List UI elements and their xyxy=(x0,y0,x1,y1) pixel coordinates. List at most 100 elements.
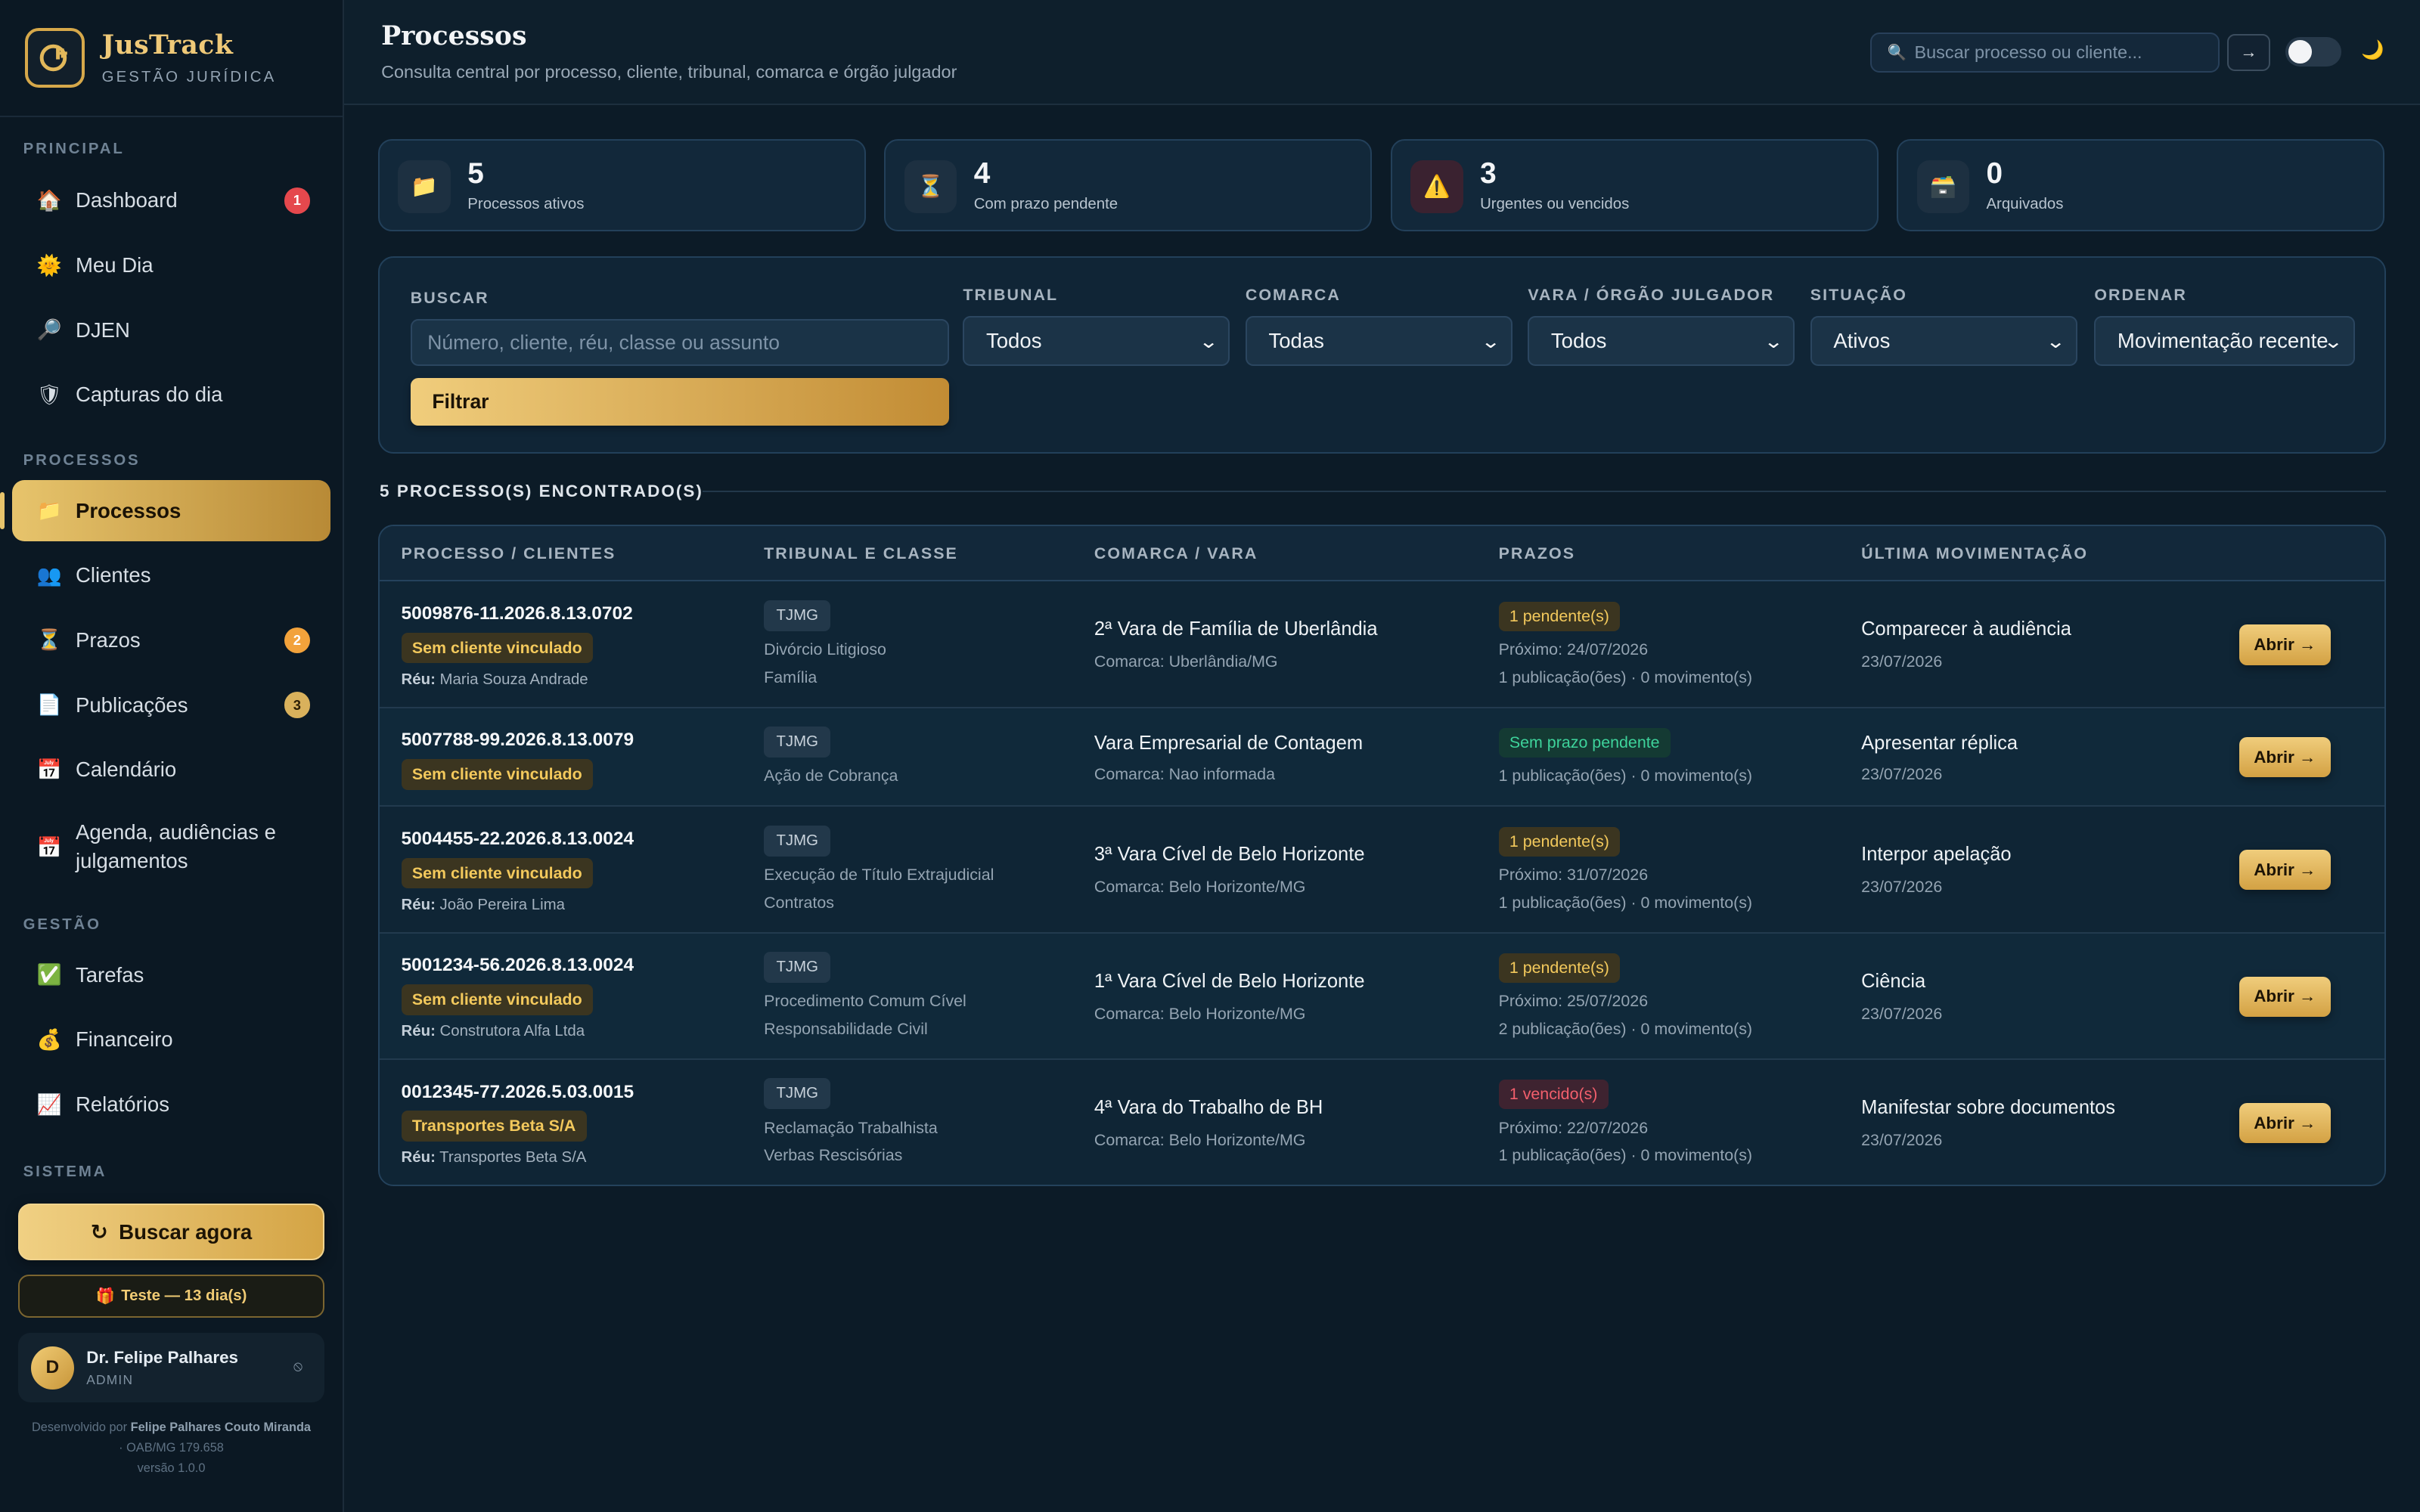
filter-search-input[interactable]: Número, cliente, réu, classe ou assunto xyxy=(410,319,950,366)
sidebar-item-label: Financeiro xyxy=(75,1027,173,1052)
filtrar-button[interactable]: Filtrar xyxy=(410,377,950,426)
sidebar-item-publicacoes[interactable]: 📄 Publicações 3 xyxy=(12,674,330,736)
table-row[interactable]: 5004455-22.2026.8.13.0024 Sem cliente vi… xyxy=(379,807,2385,934)
abrir-button[interactable]: Abrir → xyxy=(2239,737,2331,778)
defendant-name: Transportes Beta S/A xyxy=(439,1149,587,1167)
scale-icon xyxy=(24,27,85,88)
refresh-icon: ↻ xyxy=(90,1219,108,1244)
vara-text: Vara Empresarial de Contagem xyxy=(1094,733,1364,754)
brand[interactable]: JusTrack GESTÃO JURÍDICA xyxy=(0,0,343,118)
movement-count: 2 publicação(ões) · 0 movimento(s) xyxy=(1498,1019,1753,1038)
ordenar-select[interactable]: Movimentação recente ⌄ xyxy=(2094,316,2356,366)
sidebar-item-processos[interactable]: 📁 Processos xyxy=(0,479,330,542)
subject-text: Verbas Rescisórias xyxy=(764,1146,903,1165)
buscar-label: BUSCAR xyxy=(410,288,489,307)
sidebar-item-djen[interactable]: 🔎 DJEN xyxy=(12,299,330,361)
class-text: Execução de Título Extrajudicial xyxy=(764,865,994,884)
footer-credit: Desenvolvido por Felipe Palhares Couto M… xyxy=(31,1418,312,1478)
abrir-button[interactable]: Abrir → xyxy=(2239,850,2331,891)
filter-panel: BUSCAR Número, cliente, réu, classe ou a… xyxy=(377,256,2387,454)
credit-version: versão 1.0.0 xyxy=(137,1461,206,1475)
trial-badge[interactable]: 🎁 Teste — 13 dia(s) xyxy=(18,1274,324,1318)
situacao-select[interactable]: Ativos ⌄ xyxy=(1810,316,2077,366)
chart-icon: 📈 xyxy=(36,1092,62,1116)
processos-table: PROCESSO / CLIENTES TRIBUNAL E CLASSE CO… xyxy=(377,524,2387,1187)
movement-count: 1 publicação(ões) · 0 movimento(s) xyxy=(1498,668,1753,686)
comarca-text: Comarca: Belo Horizonte/MG xyxy=(1094,1130,1306,1149)
sidebar-item-label: Calendário xyxy=(75,758,177,782)
abrir-button[interactable]: Abrir → xyxy=(2239,624,2331,665)
search-input[interactable]: 🔍 Buscar processo ou cliente... xyxy=(1870,32,2220,73)
sidebar-item-label: Relatórios xyxy=(75,1092,169,1117)
stat-card-urgentes[interactable]: ⚠️ 3 Urgentes ou vencidos xyxy=(1390,138,1879,232)
trial-label: Teste — 13 dia(s) xyxy=(121,1287,247,1304)
movement-count: 1 publicação(ões) · 0 movimento(s) xyxy=(1498,893,1753,912)
nav-section-gestao: GESTÃO xyxy=(23,916,101,934)
process-number[interactable]: 0012345-77.2026.5.03.0015 xyxy=(402,1082,634,1103)
vara-text: 1ª Vara Cível de Belo Horizonte xyxy=(1094,970,1365,992)
process-number[interactable]: 5001234-56.2026.8.13.0024 xyxy=(402,955,634,976)
credit-author: Felipe Palhares Couto Miranda xyxy=(130,1421,312,1435)
defendant-label: Réu: xyxy=(401,671,436,688)
vara-text: 4ª Vara do Trabalho de BH xyxy=(1094,1096,1323,1118)
logout-icon[interactable]: ⦸ xyxy=(293,1358,302,1374)
chevron-down-icon: ⌄ xyxy=(2045,331,2066,352)
table-row[interactable]: 5009876-11.2026.8.13.0702 Sem cliente vi… xyxy=(379,581,2385,708)
process-number[interactable]: 5009876-11.2026.8.13.0702 xyxy=(402,603,633,624)
sun-icon: 🌞 xyxy=(36,253,62,277)
sidebar-item-tarefas[interactable]: ✅ Tarefas xyxy=(12,944,330,1006)
stat-card-prazo[interactable]: ⏳ 4 Com prazo pendente xyxy=(884,138,1373,232)
table-row[interactable]: 0012345-77.2026.5.03.0015 Transportes Be… xyxy=(379,1059,2385,1185)
search-go-button[interactable]: → xyxy=(2226,33,2270,71)
tribunal-select[interactable]: Todos ⌄ xyxy=(963,316,1230,366)
stat-value: 4 xyxy=(973,157,991,191)
next-deadline: Próximo: 24/07/2026 xyxy=(1498,640,1649,658)
class-text: Reclamação Trabalhista xyxy=(764,1118,938,1137)
check-icon: ✅ xyxy=(36,963,62,987)
class-text: Procedimento Comum Cível xyxy=(764,992,966,1011)
last-movement: Interpor apelação xyxy=(1861,844,2012,866)
stat-card-arquivados[interactable]: 🗃️ 0 Arquivados xyxy=(1897,138,2385,232)
buscar-agora-button[interactable]: ↻ Buscar agora xyxy=(18,1203,324,1261)
process-number[interactable]: 5007788-99.2026.8.13.0079 xyxy=(402,730,634,751)
stat-label: Processos ativos xyxy=(467,196,585,213)
sidebar-item-clientes[interactable]: 👥 Clientes xyxy=(12,544,330,606)
tribunal-tag: TJMG xyxy=(764,727,831,758)
sidebar-item-agenda[interactable]: 📅 Agenda, audiências e julgamentos xyxy=(12,811,330,882)
stat-label: Com prazo pendente xyxy=(973,196,1118,213)
sidebar-item-meu-dia[interactable]: 🌞 Meu Dia xyxy=(12,234,330,296)
vara-select[interactable]: Todos ⌄ xyxy=(1528,316,1795,366)
sidebar-item-label: Clientes xyxy=(75,563,151,587)
deadline-badge: Sem prazo pendente xyxy=(1498,728,1671,758)
sidebar-item-financeiro[interactable]: 💰 Financeiro xyxy=(12,1009,330,1071)
stat-card-ativos[interactable]: 📁 5 Processos ativos xyxy=(377,138,866,232)
theme-toggle[interactable] xyxy=(2285,36,2341,67)
search-icon: 🔍 xyxy=(1887,44,1907,61)
avatar: D xyxy=(30,1346,74,1390)
page-subtitle: Consulta central por processo, cliente, … xyxy=(381,61,957,82)
sidebar-item-label: Processos xyxy=(75,498,182,522)
notification-badge: 1 xyxy=(284,187,311,214)
subject-text: Família xyxy=(764,668,818,686)
sidebar-item-calendario[interactable]: 📅 Calendário xyxy=(12,739,330,801)
user-name: Dr. Felipe Palhares xyxy=(86,1347,239,1367)
user-card[interactable]: D Dr. Felipe Palhares ADMIN ⦸ xyxy=(18,1333,324,1403)
table-row[interactable]: 5001234-56.2026.8.13.0024 Sem cliente vi… xyxy=(379,934,2385,1060)
sidebar-item-capturas[interactable]: 🛡 Capturas do dia xyxy=(12,364,330,426)
stat-label: Arquivados xyxy=(1986,196,2064,213)
select-value: Movimentação recente xyxy=(2117,328,2328,352)
sidebar-item-relatorios[interactable]: 📈 Relatórios xyxy=(12,1074,330,1136)
abrir-button[interactable]: Abrir → xyxy=(2239,976,2331,1017)
folder-icon: 📁 xyxy=(36,499,62,522)
abrir-button[interactable]: Abrir → xyxy=(2239,1103,2331,1144)
comarca-label: COMARCA xyxy=(1245,285,1341,304)
sidebar-item-dashboard[interactable]: 🏠 Dashboard 1 xyxy=(12,169,330,231)
column-header: COMARCA / VARA xyxy=(1094,544,1258,563)
process-number[interactable]: 5004455-22.2026.8.13.0024 xyxy=(402,829,634,850)
table-row[interactable]: 5007788-99.2026.8.13.0079 Sem cliente vi… xyxy=(379,708,2385,807)
stat-value: 3 xyxy=(1480,157,1497,191)
subject-text: Responsabilidade Civil xyxy=(764,1019,928,1038)
sidebar-item-prazos[interactable]: ⏳ Prazos 2 xyxy=(12,609,330,671)
comarca-select[interactable]: Todas ⌄ xyxy=(1245,316,1512,366)
tribunal-tag: TJMG xyxy=(764,1078,831,1110)
